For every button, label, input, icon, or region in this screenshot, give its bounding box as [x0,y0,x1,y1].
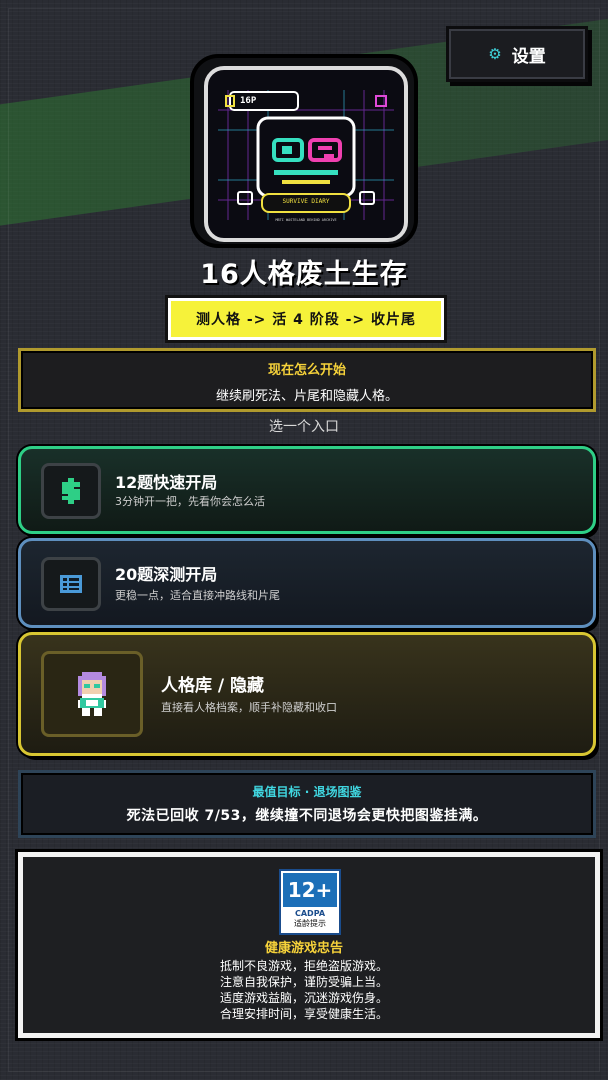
entry-desc: 直接看人格档案，顺手补隐藏和收口 [161,701,337,714]
age-rating-note: 适龄提示 [294,919,326,928]
health-line: 适度游戏益脑，沉迷游戏伤身。 [219,991,388,1005]
gear-icon: ⚙ [488,45,502,63]
game-logo: 16P SURVIVE DIARY MBTI WASTELAND BEHIND … [194,58,414,244]
goal-body: 死法已回收 7/53，继续撞不同退场会更快把图鉴挂满。 [126,808,488,824]
section-label: 选一个入口 [269,419,339,435]
entry-icon-box [41,651,143,737]
entry-icon-box [41,463,101,519]
start-notice: 现在怎么开始 继续刷死法、片尾和隐藏人格。 [18,348,596,412]
health-advisory: 12+ CADPA 适龄提示 健康游戏忠告 抵制不良游戏，拒绝盗版游戏。 注意自… [18,852,600,1038]
quick-start-button[interactable]: 12题快速开局 3分钟开一把，先看你会怎么活 [18,446,596,534]
entry-icon-box [41,557,101,611]
age-rating-org: CADPA [294,909,326,918]
health-line: 合理安排时间，享受健康生活。 [219,1007,388,1021]
notice-title: 现在怎么开始 [267,363,346,378]
age-rating: 12+ [281,871,339,909]
age-rating-badge: 12+ CADPA 适龄提示 [279,869,341,935]
pixel-character-icon [78,672,106,716]
health-line: 抵制不良游戏，拒绝盗版游戏。 [219,959,388,973]
deep-test-button[interactable]: 20题深测开局 更稳一点，适合直接冲路线和片尾 [18,538,596,628]
entry-desc: 更稳一点，适合直接冲路线和片尾 [115,589,280,602]
logo-small-text: MBTI WASTELAND BEHIND ARCHIVE [275,218,337,222]
dollar-icon [62,478,80,504]
list-icon [60,575,82,593]
settings-button[interactable]: ⚙ 设置 [446,26,588,82]
persona-library-button[interactable]: 人格库 / 隐藏 直接看人格档案，顺手补隐藏和收口 [18,632,596,756]
entry-name: 12题快速开局 [115,473,218,492]
game-title: 16人格废土生存 [200,259,408,290]
health-title: 健康游戏忠告 [264,941,343,956]
entry-desc: 3分钟开一把，先看你会怎么活 [115,495,265,508]
settings-label: 设置 [511,46,546,67]
goal-title: 最值目标 · 退场图鉴 [252,785,362,799]
goal-panel: 最值目标 · 退场图鉴 死法已回收 7/53，继续撞不同退场会更快把图鉴挂满。 [18,770,596,838]
logo-art-icon [218,90,394,220]
entry-name: 20题深测开局 [115,565,218,584]
notice-body: 继续刷死法、片尾和隐藏人格。 [215,389,398,404]
entry-name: 人格库 / 隐藏 [161,676,265,696]
logo-banner: SURVIVE DIARY [282,198,330,205]
health-line: 注意自我保护，谨防受骗上当。 [219,975,388,989]
logo-badge: 16P [240,96,257,106]
subtitle-banner: 测人格 -> 活 4 阶段 -> 收片尾 [168,298,444,340]
